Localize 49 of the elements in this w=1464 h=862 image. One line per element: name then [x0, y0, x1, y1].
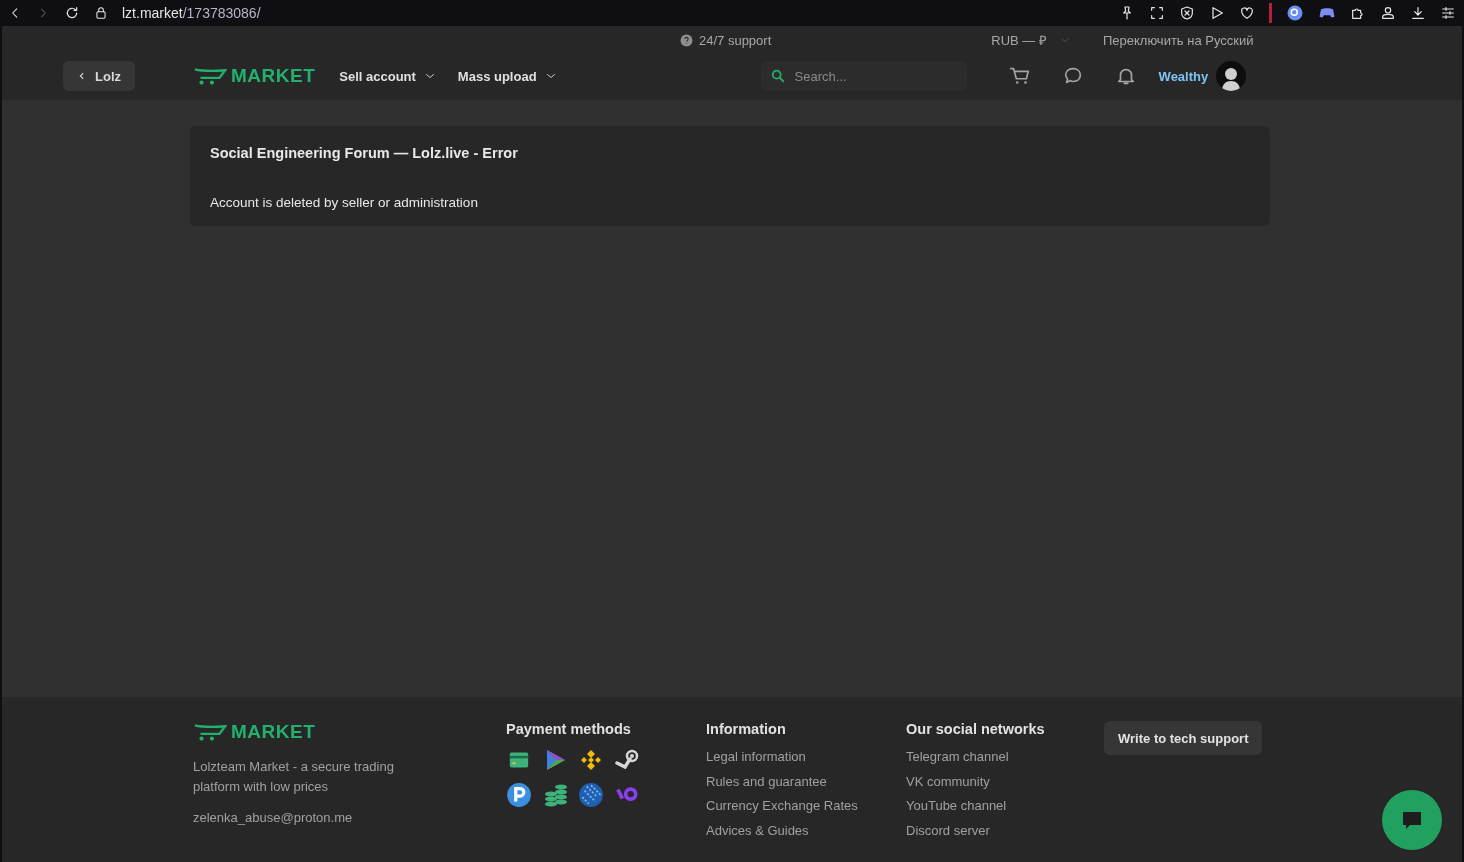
market-logo[interactable]: MARKET: [193, 65, 316, 87]
reload-icon[interactable]: [64, 5, 80, 21]
heart-icon[interactable]: [1239, 5, 1255, 21]
address-bar[interactable]: lzt.market/173783086/: [122, 5, 261, 21]
market-logo[interactable]: MARKET: [193, 721, 506, 743]
tech-support-button[interactable]: Write to tech support: [1104, 721, 1263, 755]
shield-x-icon[interactable]: [1179, 5, 1195, 21]
info-link[interactable]: Advices & Guides: [706, 821, 906, 840]
error-message: Account is deleted by seller or administration: [210, 195, 479, 210]
globe-grid-icon: [578, 782, 604, 808]
footer-description: Lolzteam Market - a secure trading platform with low prices: [193, 758, 395, 796]
diamond-coin-icon: [579, 748, 603, 772]
coin-stack-icon: [542, 783, 568, 807]
cart-logo-icon: [193, 721, 227, 743]
cart-logo-icon: [193, 65, 227, 87]
help-chat-icon: [680, 33, 693, 47]
column-heading: Information: [706, 721, 787, 737]
currency-dropdown[interactable]: RUB — ₽: [991, 31, 1071, 49]
search-field[interactable]: Search...: [760, 61, 967, 91]
column-heading: Our social networks: [906, 721, 1046, 737]
error-title: Social Engineering Forum — Lolz.live - Error: [210, 145, 519, 161]
language-switch-link[interactable]: Переключить на Русский: [1102, 32, 1254, 48]
info-link[interactable]: Rules and guarantee: [706, 772, 906, 791]
info-link[interactable]: Legal information: [706, 748, 906, 767]
social-link[interactable]: VK community: [906, 772, 1104, 791]
screenshot-icon[interactable]: [1149, 5, 1165, 21]
play-icon[interactable]: [1209, 5, 1225, 21]
p-coin-icon: [506, 782, 532, 808]
user-avatar[interactable]: [1216, 61, 1247, 91]
download-icon[interactable]: [1410, 5, 1426, 21]
chevron-left-icon: [77, 71, 87, 81]
puzzle-icon[interactable]: [1350, 5, 1366, 21]
social-link[interactable]: Discord server: [906, 821, 1104, 840]
info-link[interactable]: Currency Exchange Rates: [706, 797, 906, 816]
column-heading: Payment methods: [506, 721, 632, 737]
social-link[interactable]: Telegram channel: [906, 748, 1104, 767]
support-link[interactable]: 24/7 support: [699, 32, 772, 48]
search-icon: [769, 68, 786, 84]
email-link[interactable]: zelenka_abuse@proton.me: [193, 810, 353, 825]
social-link[interactable]: YouTube channel: [906, 797, 1104, 816]
cart-icon[interactable]: [1008, 65, 1031, 87]
settings-icon[interactable]: [1440, 5, 1456, 21]
username-link[interactable]: Wealthy: [1158, 68, 1209, 84]
nav-menu-item[interactable]: Sell account: [339, 68, 436, 84]
nav-menu-item[interactable]: Mass upload: [457, 68, 557, 84]
steam-icon: [614, 748, 640, 772]
back-button[interactable]: Lolz: [63, 61, 135, 91]
profile-icon[interactable]: [1380, 5, 1396, 21]
lock-icon: [94, 5, 108, 21]
